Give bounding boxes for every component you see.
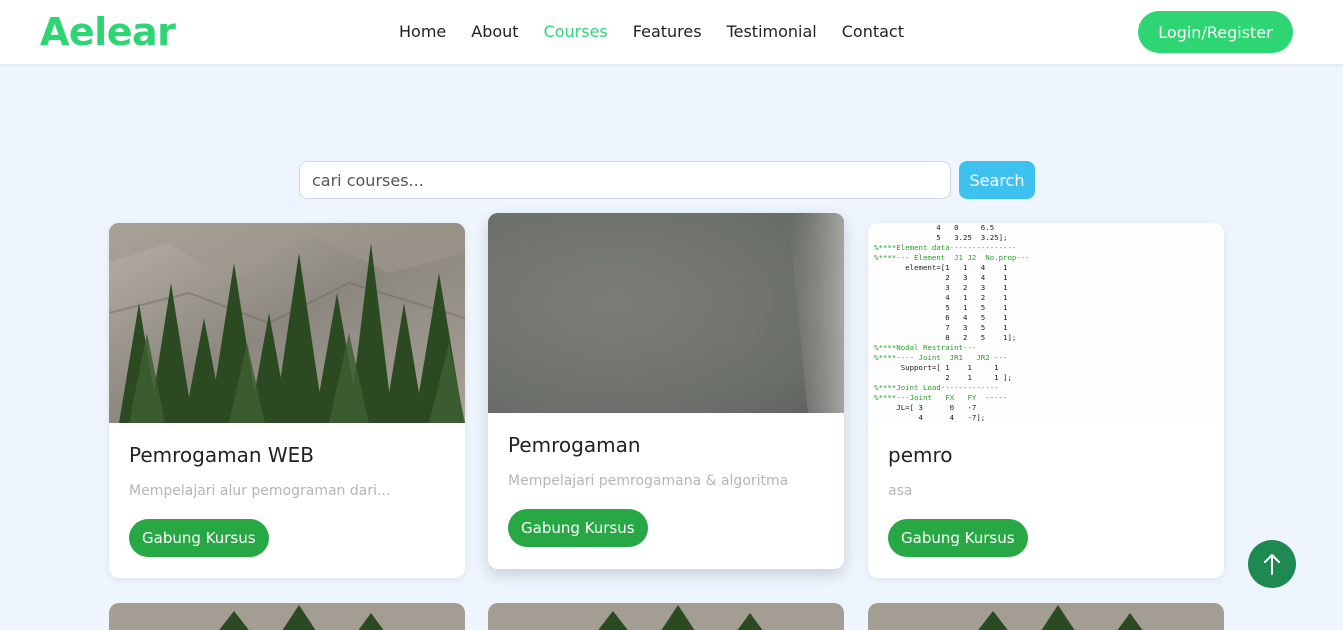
code-line: %****--- Element J1 J2 No.prop--- (874, 253, 1030, 262)
search-button[interactable]: Search (959, 161, 1035, 199)
blurred-photo-image (488, 213, 844, 413)
search-input[interactable] (299, 161, 951, 199)
nav-link-testimonial[interactable]: Testimonial (727, 22, 817, 41)
nav-link-features[interactable]: Features (633, 22, 702, 41)
code-line: %****Joint Load------------- (874, 383, 999, 392)
code-line: 2 1 1 ]; (874, 373, 1012, 382)
code-line: element=[1 1 4 1 (874, 263, 1008, 272)
nav-menu: Home About Courses Features Testimonial … (399, 22, 929, 41)
course-description: Mempelajari pemrogamana & algoritma (508, 473, 789, 489)
forest-mountain-image (109, 603, 465, 630)
code-line: Support=[ 1 1 1 (874, 363, 999, 372)
code-line: %****Element data--------------- (874, 243, 1017, 252)
code-line: %****---Joint FX FY ----- (874, 393, 1008, 402)
course-card-partial (868, 603, 1224, 630)
join-course-button[interactable]: Gabung Kursus (508, 509, 648, 547)
code-line: 2 3 4 1 (874, 273, 1008, 282)
code-line: JL=[ 3 0 -7 (874, 403, 977, 412)
code-line: 5 3.25 3.25]; (874, 233, 1008, 242)
course-card: 4 0 6.5 5 3.25 3.25]; %****Element data--… (868, 223, 1224, 578)
course-image (488, 213, 844, 413)
navbar: Aelear Home About Courses Features Testi… (0, 0, 1343, 64)
arrow-up-icon (1264, 554, 1280, 575)
course-title: Pemrogaman (508, 433, 641, 457)
course-card: Pemrogaman Mempelajari pemrogamana & alg… (488, 213, 844, 569)
forest-mountain-image (868, 603, 1224, 630)
course-image (109, 223, 465, 423)
code-line: %****Nodal Restraint--- (874, 343, 977, 352)
nav-link-courses[interactable]: Courses (544, 22, 608, 41)
nav-link-contact[interactable]: Contact (842, 22, 904, 41)
forest-mountain-image (109, 223, 465, 423)
code-screenshot-image: 4 0 6.5 5 3.25 3.25]; %****Element data--… (868, 223, 1224, 423)
code-line: 7 3 5 1 (874, 323, 1008, 332)
course-card-partial (488, 603, 844, 630)
brand-logo[interactable]: Aelear (40, 10, 176, 54)
code-line: 3 2 3 1 (874, 283, 1008, 292)
join-course-button[interactable]: Gabung Kursus (888, 519, 1028, 557)
course-card-body: Pemrogaman Mempelajari pemrogamana & alg… (488, 413, 844, 565)
course-card-body: Pemrogaman WEB Mempelajari alur pemogram… (109, 423, 465, 575)
join-course-button[interactable]: Gabung Kursus (129, 519, 269, 557)
nav-link-home[interactable]: Home (399, 22, 446, 41)
course-title: pemro (888, 443, 953, 467)
course-title: Pemrogaman WEB (129, 443, 315, 467)
code-line: 4 4 -7]; (874, 413, 986, 422)
course-card: Pemrogaman WEB Mempelajari alur pemogram… (109, 223, 465, 578)
login-register-button[interactable]: Login/Register (1138, 11, 1293, 53)
nav-link-about[interactable]: About (471, 22, 518, 41)
code-line: 4 1 2 1 (874, 293, 1008, 302)
code-line: 5 1 5 1 (874, 303, 1008, 312)
code-line: 6 4 5 1 (874, 313, 1008, 322)
forest-mountain-image (488, 603, 844, 630)
code-line: %****---- Joint JR1 JR2 --- (874, 353, 1008, 362)
course-description: Mempelajari alur pemograman dari... (129, 483, 391, 499)
course-card-body: pemro asa Gabung Kursus (868, 423, 1224, 575)
course-description: asa (888, 483, 913, 499)
back-to-top-button[interactable] (1248, 540, 1296, 588)
course-card-partial (109, 603, 465, 630)
code-line: 8 2 5 1]; (874, 333, 1017, 342)
code-line: 4 0 6.5 (874, 223, 995, 232)
